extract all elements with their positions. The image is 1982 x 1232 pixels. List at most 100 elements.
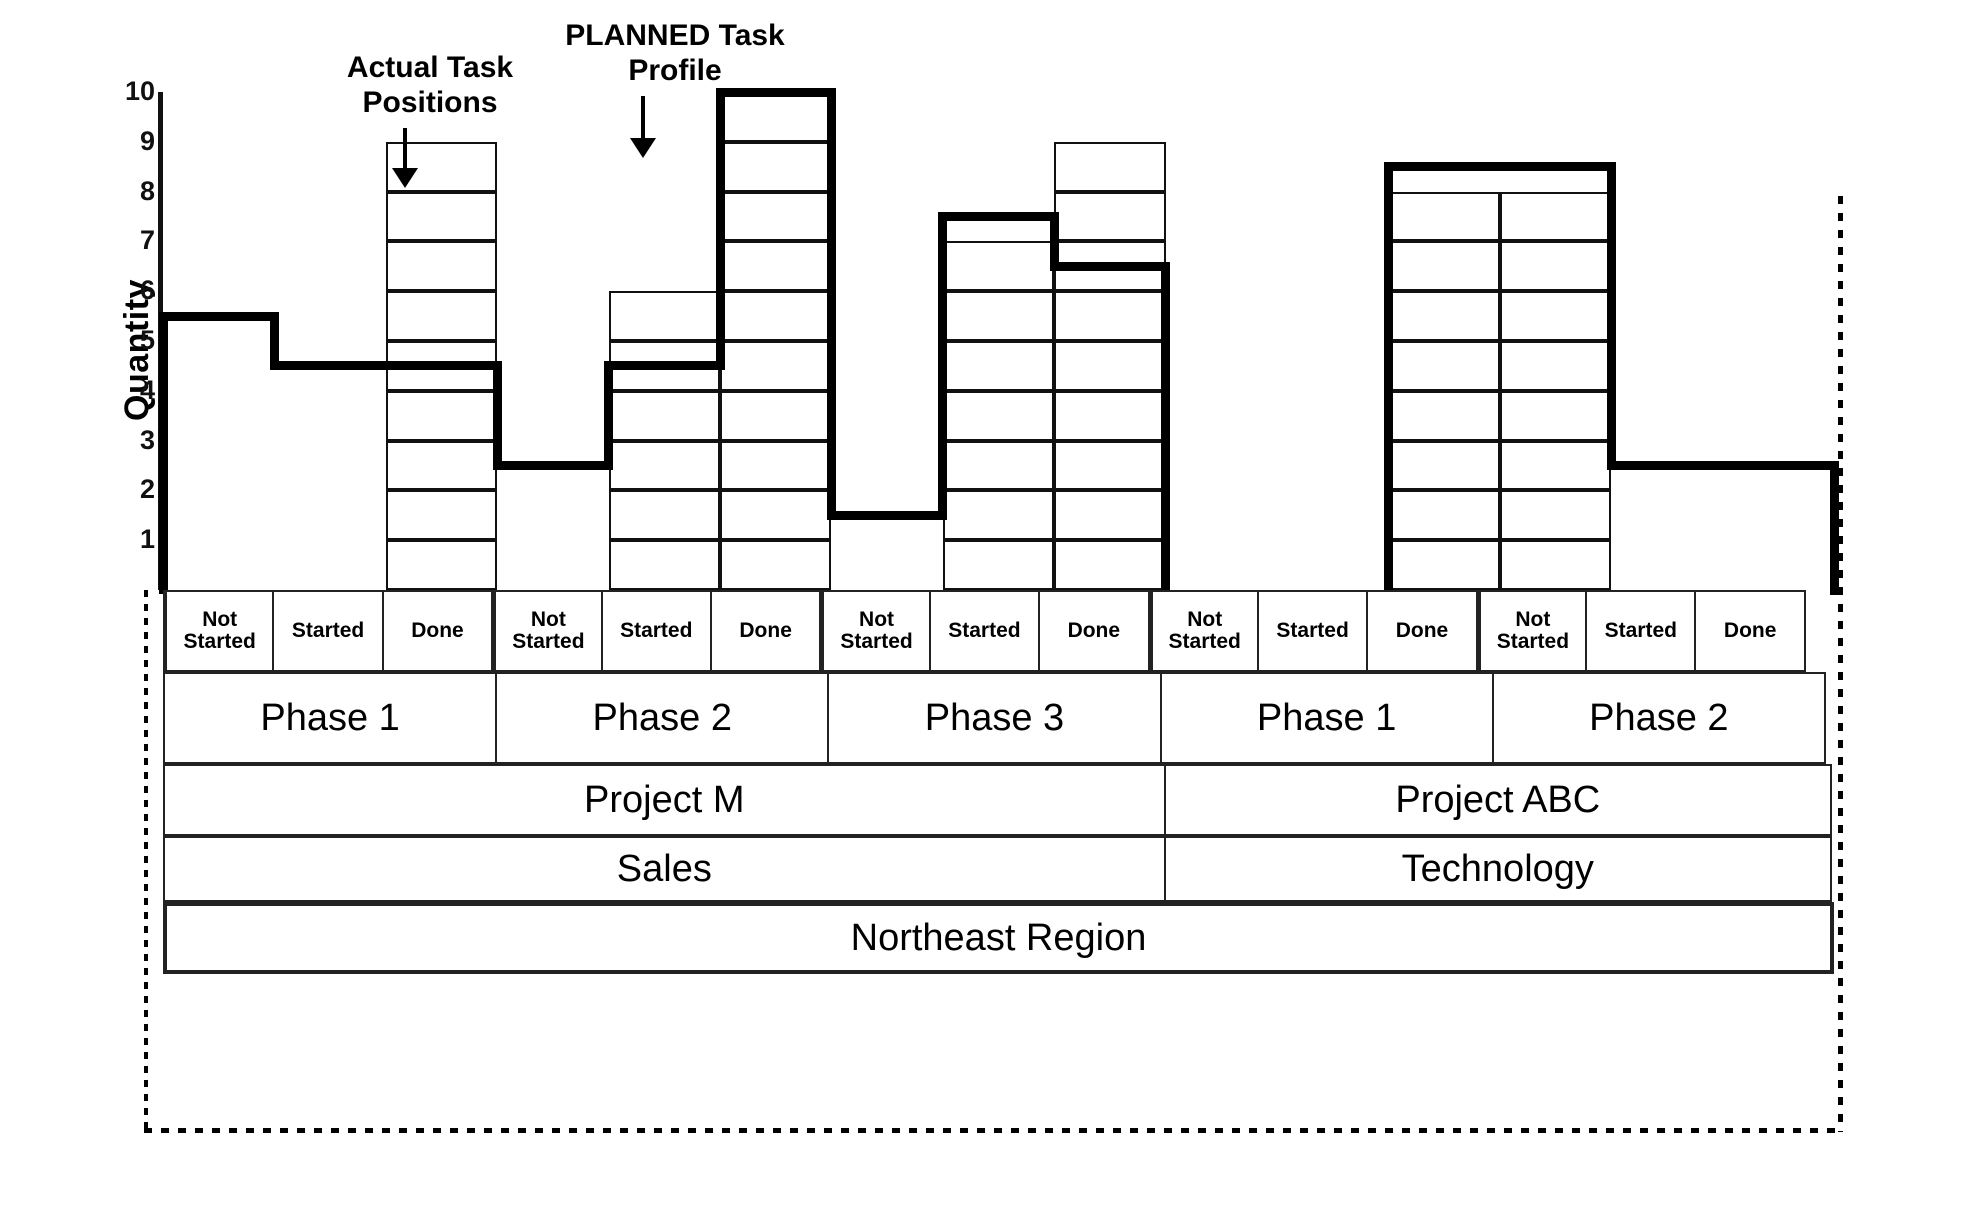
- planned-step-top: [608, 361, 720, 371]
- task-cell: [1499, 390, 1612, 441]
- bottom-dotted-border: [144, 1128, 1844, 1133]
- phase-cell: Phase 1: [1159, 672, 1494, 764]
- task-cell: [1388, 241, 1500, 292]
- task-cell: [720, 241, 832, 292]
- y-tick-10: 10: [124, 76, 155, 106]
- task-cell: [385, 291, 498, 341]
- task-cell: [720, 341, 832, 391]
- task-cell: [1054, 490, 1166, 541]
- task-cell: [720, 191, 832, 242]
- task-cell: [720, 291, 832, 341]
- project-row: Project M Project ABC: [163, 764, 1834, 836]
- department-cell: Sales: [163, 836, 1166, 902]
- annotation-arrow-head-actual: [392, 168, 418, 188]
- category-table: Not Started Started Done Not Started Started…: [163, 590, 1834, 974]
- task-cell: [1054, 341, 1166, 391]
- planned-step-riser: [1606, 162, 1616, 470]
- task-cell: [608, 440, 720, 491]
- y-tick-6: 6: [139, 275, 155, 306]
- task-cell: [385, 540, 498, 590]
- planned-step-riser: [938, 212, 948, 520]
- task-cell: [720, 390, 832, 441]
- planned-step-top: [1054, 261, 1166, 271]
- status-cell: Not Started: [819, 590, 931, 672]
- task-cell: [942, 490, 1055, 541]
- task-cell: [1499, 490, 1612, 541]
- task-cell: [942, 390, 1055, 441]
- status-cell: Done: [1694, 590, 1806, 672]
- task-cell: [720, 490, 832, 541]
- status-cell: Not Started: [491, 590, 603, 672]
- task-cell: [608, 540, 720, 590]
- task-cell: [942, 291, 1055, 341]
- planned-step-top: [163, 311, 275, 321]
- task-cell: [608, 390, 720, 441]
- planned-step-top: [274, 361, 386, 371]
- region-cell: Northeast Region: [163, 902, 1834, 974]
- annotation-actual-task-positions: Actual Task Positions: [346, 51, 514, 120]
- y-tick-5: 5: [139, 325, 155, 355]
- task-cell: [1388, 440, 1500, 491]
- task-cell: [942, 341, 1055, 391]
- y-tick-7: 7: [139, 225, 155, 256]
- task-cell: [608, 490, 720, 541]
- status-cell: Started: [1585, 590, 1697, 672]
- planned-step-top: [831, 510, 943, 520]
- task-cell: [385, 241, 498, 292]
- task-cell: [1054, 191, 1166, 242]
- planned-step-riser: [1383, 162, 1393, 595]
- task-cell: [1388, 291, 1500, 341]
- planned-step-riser: [158, 311, 168, 595]
- department-row: Sales Technology: [163, 836, 1834, 902]
- phase-cell: Phase 3: [827, 672, 1162, 764]
- status-cell: Started: [600, 590, 712, 672]
- planned-step-riser: [1049, 212, 1059, 271]
- planned-step-top: [385, 361, 498, 371]
- y-tick-1: 1: [139, 524, 155, 555]
- status-cell: Started: [928, 590, 1041, 672]
- department-cell: Technology: [1163, 836, 1832, 902]
- status-cell: Not Started: [1147, 590, 1259, 672]
- task-cell: [385, 390, 498, 441]
- status-header-row: Not Started Started Done Not Started Started…: [163, 590, 1834, 672]
- task-cell: [1388, 390, 1500, 441]
- task-cell: [1054, 540, 1166, 590]
- task-cell: [1499, 241, 1612, 292]
- planned-step-riser: [826, 87, 836, 520]
- task-cell: [1499, 191, 1612, 242]
- y-tick-2: 2: [139, 474, 155, 505]
- task-cell: [720, 440, 832, 491]
- task-cell: [942, 241, 1055, 292]
- status-cell: Done: [1366, 590, 1478, 672]
- task-cell: [1054, 390, 1166, 441]
- planned-step-top: [1388, 162, 1500, 172]
- status-cell: Not Started: [1475, 590, 1588, 672]
- phase-row: Phase 1 Phase 2 Phase 3 Phase 1 Phase 2: [163, 672, 1834, 764]
- task-cell: [608, 291, 720, 341]
- task-cell: [1388, 540, 1500, 590]
- y-tick-8: 8: [139, 175, 155, 206]
- task-cell: [1499, 540, 1612, 590]
- task-cell: [1054, 291, 1166, 341]
- planned-step-top: [720, 87, 832, 97]
- region-row: Northeast Region: [163, 902, 1834, 974]
- planned-step-top: [1722, 461, 1834, 470]
- y-tick-3: 3: [139, 424, 155, 455]
- y-tick-9: 9: [139, 125, 155, 156]
- task-cell: [1499, 440, 1612, 491]
- phase-cell: Phase 2: [1491, 672, 1826, 764]
- plot-area: [158, 87, 1839, 595]
- annotation-arrow-shaft-planned: [641, 96, 645, 144]
- task-cell: [1388, 191, 1500, 242]
- left-dotted-border: [144, 590, 148, 1132]
- annotation-planned-task-profile: PLANNED Task Profile: [565, 19, 785, 88]
- status-cell: Not Started: [163, 590, 275, 672]
- planned-step-riser: [492, 361, 502, 470]
- phase-cell: Phase 1: [163, 672, 498, 764]
- task-cell: [1499, 291, 1612, 341]
- task-cell: [1388, 490, 1500, 541]
- planned-step-riser: [604, 361, 614, 470]
- task-cell: [385, 440, 498, 491]
- y-tick-4: 4: [139, 374, 155, 405]
- task-cell: [942, 440, 1055, 491]
